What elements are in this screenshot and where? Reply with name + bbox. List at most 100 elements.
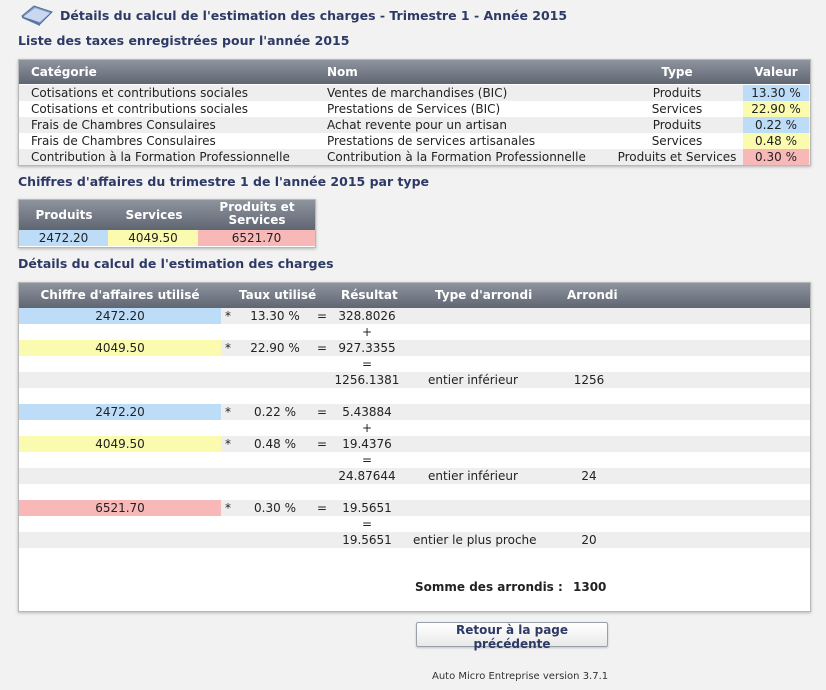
calc-resultat: 927.3355 (338, 341, 396, 355)
calc-operator: = (361, 453, 373, 467)
calc-taux: 22.90 % (250, 341, 300, 355)
calc-multiply: * (225, 405, 231, 419)
calc-equals: = (317, 405, 328, 419)
folder-icon (21, 5, 53, 26)
tax-row: Cotisations et contributions sociales Ven… (19, 85, 810, 101)
calc-equals: = (317, 309, 328, 323)
tax-type: Services (651, 134, 703, 148)
calc-multiply: * (225, 437, 231, 451)
tax-type: Produits (652, 118, 702, 132)
page-header: Détails du calcul de l'estimation des ch… (20, 2, 567, 28)
back-button[interactable]: Retour à la page précédente (416, 622, 608, 651)
taxes-section-title: Liste des taxes enregistrées pour l'anné… (18, 33, 350, 48)
calc-operator: + (361, 421, 373, 435)
calc-operator: = (361, 517, 373, 531)
taxes-table-header: Catégorie Nom Type Valeur (19, 60, 810, 84)
col-type-arrondi: Type d'arrondi (435, 288, 533, 302)
col-valeur: Valeur (754, 65, 798, 79)
col-taux: Taux utilisé (239, 288, 317, 302)
taxes-table: Catégorie Nom Type Valeur Cotisations et… (18, 59, 811, 166)
calc-total: 1256.1381 (334, 373, 400, 387)
calc-table: Chiffre d'affaires utilisé Taux utilisé … (18, 282, 811, 612)
tax-valeur: 0.22 % (743, 117, 809, 133)
ca-produits-services-value: 6521.70 (198, 230, 315, 246)
calc-operator: + (361, 325, 373, 339)
calc-operator: = (361, 357, 373, 371)
tax-type: Services (651, 102, 703, 116)
col-resultat: Résultat (341, 288, 398, 302)
calc-row: 1256.1381 entier inférieur 1256 (19, 372, 810, 388)
calc-row: 6521.70 * 0.30 % = 19.5651 (19, 500, 810, 516)
calc-row: 2472.20 * 0.22 % = 5.43884 (19, 404, 810, 420)
ca-table-header: Produits Services Produits et Services (19, 200, 315, 230)
col-services: Services (125, 208, 183, 222)
col-arrondi: Arrondi (567, 288, 618, 302)
calc-row: 19.5651 entier le plus proche 20 (19, 532, 810, 548)
tax-valeur: 22.90 % (743, 101, 809, 117)
calc-multiply: * (225, 501, 231, 515)
calc-multiply: * (225, 309, 231, 323)
ca-services-value: 4049.50 (108, 230, 198, 246)
tax-valeur: 13.30 % (743, 85, 809, 101)
calc-resultat: 5.43884 (342, 405, 392, 419)
col-type: Type (661, 65, 693, 79)
tax-categorie: Frais de Chambres Consulaires (31, 134, 216, 148)
tax-valeur: 0.30 % (743, 149, 809, 165)
tax-nom: Prestations de Services (BIC) (327, 102, 501, 116)
calc-section-title: Détails du calcul de l'estimation des ch… (18, 256, 334, 271)
calc-chiffre-affaires: 4049.50 (19, 340, 221, 356)
calc-chiffre-affaires: 2472.20 (19, 404, 221, 420)
calc-equals: = (317, 341, 328, 355)
sum-label: Somme des arrondis : (415, 580, 563, 594)
calc-equals: = (317, 437, 328, 451)
calc-arrondi: 1256 (573, 373, 605, 387)
calc-row: 4049.50 * 0.48 % = 19.4376 (19, 436, 810, 452)
calc-taux: 0.22 % (254, 405, 296, 419)
tax-row: Contribution à la Formation Professionne… (19, 149, 810, 165)
page-title: Détails du calcul de l'estimation des ch… (60, 7, 568, 23)
ca-table: Produits Services Produits et Services 2… (18, 199, 316, 248)
tax-row: Frais de Chambres Consulaires Achat reven… (19, 117, 810, 133)
tax-nom: Prestations de services artisanales (327, 134, 536, 148)
calc-row: 24.87644 entier inférieur 24 (19, 468, 810, 484)
calc-multiply: * (225, 341, 231, 355)
calc-type-arrondi: entier inférieur (428, 469, 518, 483)
calc-table-header: Chiffre d'affaires utilisé Taux utilisé … (19, 283, 810, 308)
calc-type-arrondi: entier inférieur (428, 373, 518, 387)
tax-categorie: Contribution à la Formation Professionne… (31, 150, 290, 164)
calc-row: = (19, 516, 810, 532)
calc-row: + (19, 420, 810, 436)
calc-taux: 0.30 % (254, 501, 296, 515)
tax-type: Produits et Services (617, 150, 737, 164)
calc-row: 4049.50 * 22.90 % = 927.3355 (19, 340, 810, 356)
ca-produits-value: 2472.20 (19, 230, 108, 246)
calc-arrondi: 20 (581, 533, 597, 547)
tax-row: Cotisations et contributions sociales Pre… (19, 101, 810, 117)
calc-resultat: 19.4376 (342, 437, 392, 451)
col-chiffre-affaires: Chiffre d'affaires utilisé (40, 288, 200, 302)
calc-type-arrondi: entier le plus proche (413, 533, 537, 547)
col-nom: Nom (327, 65, 358, 79)
calc-arrondi: 24 (581, 469, 597, 483)
calc-row: = (19, 356, 810, 372)
tax-nom: Achat revente pour un artisan (327, 118, 507, 132)
tax-categorie: Cotisations et contributions sociales (31, 86, 248, 100)
calc-total: 19.5651 (342, 533, 392, 547)
tax-nom: Ventes de marchandises (BIC) (327, 86, 508, 100)
calc-total: 24.87644 (338, 469, 396, 483)
col-produits: Produits (35, 208, 93, 222)
col-categorie: Catégorie (31, 65, 97, 79)
calc-taux: 13.30 % (250, 309, 300, 323)
footer-version: Auto Micro Entreprise version 3.7.1 (432, 671, 609, 682)
calc-row: + (19, 324, 810, 340)
calc-taux: 0.48 % (254, 437, 296, 451)
calc-resultat: 328.8026 (338, 309, 396, 323)
tax-nom: Contribution à la Formation Professionne… (327, 150, 586, 164)
col-produits-et-services: Produits et Services (219, 200, 295, 227)
tax-categorie: Frais de Chambres Consulaires (31, 118, 216, 132)
calc-equals: = (317, 501, 328, 515)
tax-row: Frais de Chambres Consulaires Prestations… (19, 133, 810, 149)
calc-chiffre-affaires: 2472.20 (19, 308, 221, 324)
calc-row: 2472.20 * 13.30 % = 328.8026 (19, 308, 810, 324)
ca-section-title: Chiffres d'affaires du trimestre 1 de l'… (18, 174, 430, 189)
